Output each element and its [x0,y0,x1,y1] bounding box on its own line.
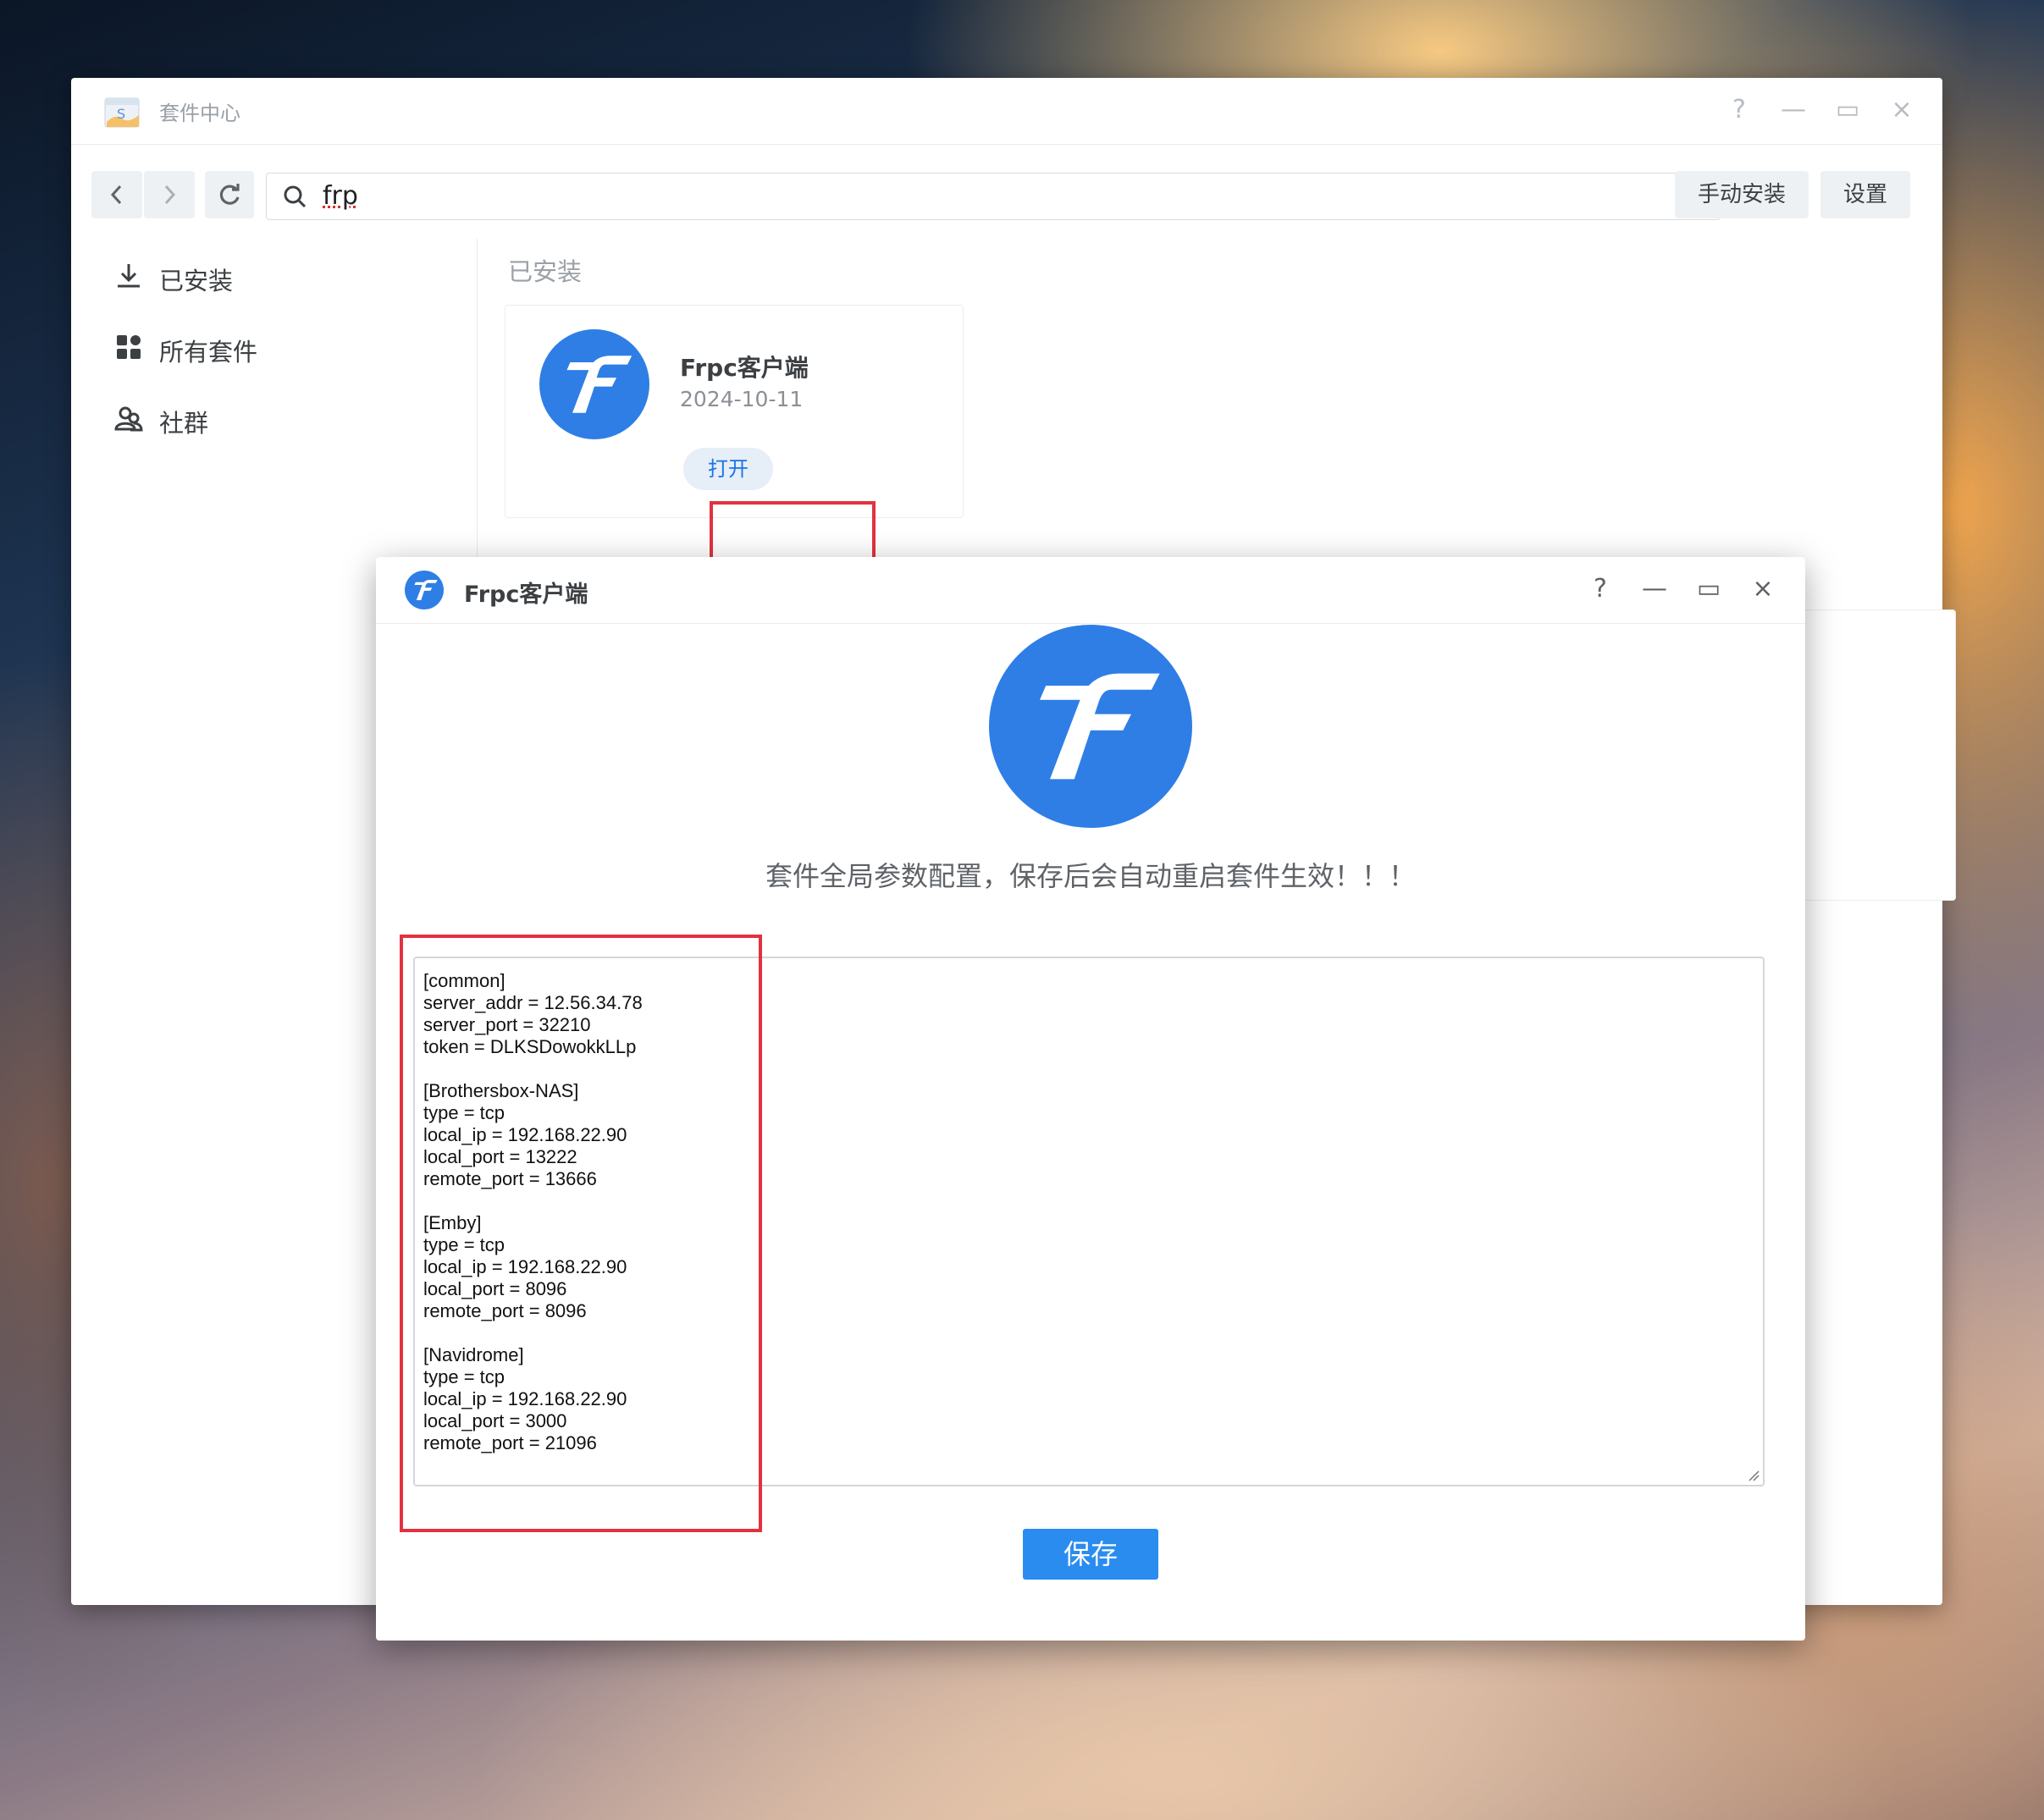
minimize-button[interactable]: — [1638,572,1671,606]
frpc-logo-icon [539,329,649,439]
window-title: 套件中心 [159,102,240,125]
close-button[interactable]: × [1885,93,1919,127]
settings-button[interactable]: 设置 [1820,171,1910,218]
titlebar: S 套件中心 ? — ▭ × [71,78,1942,145]
minimize-button[interactable]: — [1776,93,1810,127]
forward-button[interactable] [144,171,195,218]
frpc-logo-icon [405,571,444,609]
package-date: 2024-10-11 [680,387,804,411]
download-icon [118,264,140,288]
search-icon [284,185,307,208]
community-icon [114,406,143,432]
dialog-titlebar: Frpc客户端 ? — ▭ × [376,557,1805,624]
sidebar-item-label: 社群 [159,409,209,438]
package-center-icon: S [104,97,140,128]
save-button[interactable]: 保存 [1023,1529,1158,1580]
maximize-button[interactable]: ▭ [1831,93,1864,127]
sidebar-item-label: 所有套件 [159,338,258,367]
chevron-left-icon [110,185,122,205]
help-button[interactable]: ? [1722,93,1756,127]
frpc-config-dialog: Frpc客户端 ? — ▭ × 套件全局参数配置，保存后会自动重启套件生效！！！… [376,557,1805,1641]
open-button[interactable]: 打开 [683,448,773,490]
package-name: Frpc客户端 [680,354,809,382]
close-button[interactable]: × [1746,572,1780,606]
frpc-logo-icon [989,625,1192,828]
highlight-box [400,935,762,1532]
help-button[interactable]: ? [1583,572,1617,606]
refresh-button[interactable] [205,171,254,218]
search-input[interactable]: frp [323,181,358,211]
search-box[interactable]: frp × [266,173,1721,220]
sidebar-item-label: 已安装 [159,267,234,295]
svg-text:S: S [117,106,125,122]
maximize-button[interactable]: ▭ [1692,572,1726,606]
dialog-title: Frpc客户端 [464,582,588,608]
section-title: 已安装 [508,257,583,286]
grid-icon [117,335,141,359]
refresh-icon [219,184,240,205]
package-card[interactable]: Frpc客户端 2024-10-11 打开 [505,305,964,518]
resize-handle-icon[interactable] [1748,1470,1759,1481]
manual-install-button[interactable]: 手动安装 [1675,171,1809,218]
config-notice: 套件全局参数配置，保存后会自动重启套件生效！！！ [765,860,1416,892]
chevron-right-icon [164,185,176,205]
back-button[interactable] [91,171,142,218]
